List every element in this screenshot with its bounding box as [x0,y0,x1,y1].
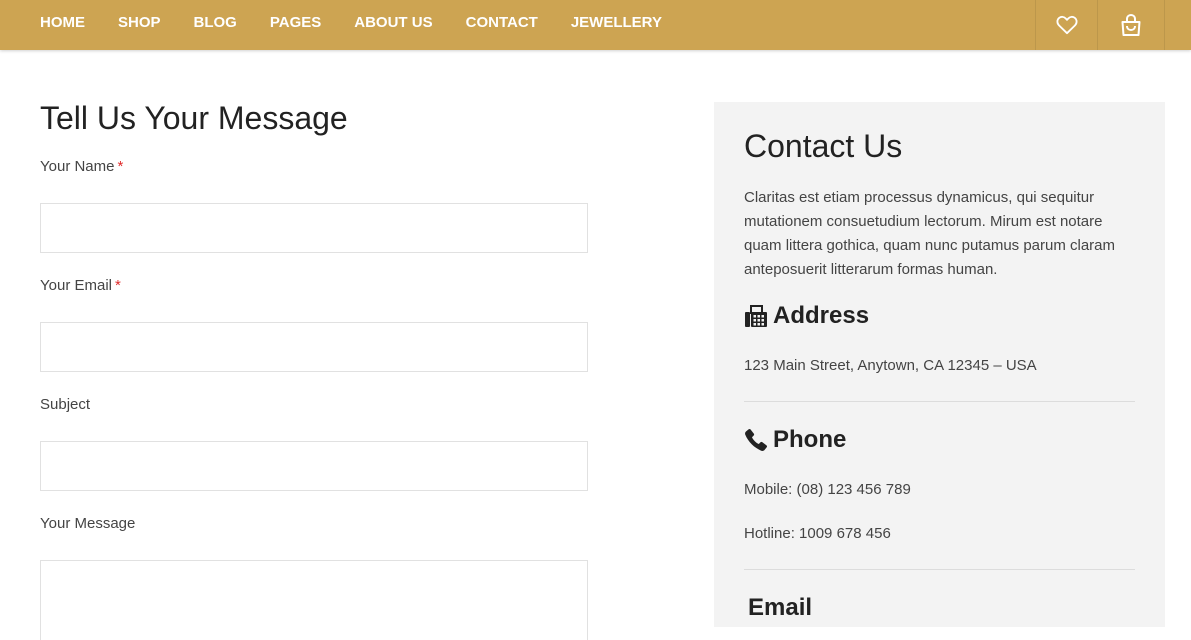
nav-link-home[interactable]: HOME [40,14,85,31]
subject-input[interactable] [40,441,588,491]
nav-link-pages[interactable]: PAGES [270,14,321,31]
divider [744,569,1135,570]
email-label: Your Email * [40,277,121,294]
message-form: Tell Us Your Message Your Name * Your Ema… [40,96,588,640]
address-heading-text: Address [773,302,870,329]
nav-tools [1035,0,1165,50]
cart-button[interactable] [1097,0,1165,50]
email-input[interactable] [40,322,588,372]
wishlist-button[interactable] [1035,0,1097,50]
phone-heading-text: Phone [773,426,847,453]
name-label: Your Name * [40,158,123,175]
email-label-text: Your Email [40,277,112,294]
subject-label: Subject [40,396,91,413]
name-input[interactable] [40,203,588,253]
nav-link-about-us[interactable]: ABOUT US [354,14,432,31]
phone-mobile: Mobile: (08) 123 456 789 [744,481,911,498]
nav-link-contact[interactable]: CONTACT [466,14,538,31]
top-navigation-bar: HOME SHOP BLOG PAGES ABOUT US CONTACT JE… [0,0,1191,50]
email-heading-text: Email [748,594,813,621]
contact-panel: Contact Us Claritas est etiam processus … [714,102,1165,627]
email-heading: Email [748,594,812,622]
main-nav: HOME SHOP BLOG PAGES ABOUT US CONTACT JE… [40,0,695,44]
address-heading: Address [744,302,869,330]
required-marker: * [114,277,121,294]
required-marker: * [117,158,124,175]
nav-link-jewellery[interactable]: JEWELLERY [571,14,662,31]
address-text: 123 Main Street, Anytown, CA 12345 – USA [744,357,1037,374]
nav-link-blog[interactable]: BLOG [194,14,237,31]
form-title: Tell Us Your Message [40,100,348,136]
divider [744,401,1135,402]
nav-link-shop[interactable]: SHOP [118,14,161,31]
fax-icon [745,305,767,327]
contact-description: Claritas est etiam processus dynamicus, … [744,189,1116,278]
heart-icon [1056,15,1077,35]
contact-title: Contact Us [744,128,903,164]
message-textarea[interactable] [40,560,588,640]
shopping-bag-icon [1121,13,1141,36]
phone-heading: Phone [744,426,846,454]
phone-icon [745,428,768,451]
name-label-text: Your Name [40,158,115,175]
phone-hotline: Hotline: 1009 678 456 [744,525,891,542]
message-label: Your Message [40,515,136,532]
